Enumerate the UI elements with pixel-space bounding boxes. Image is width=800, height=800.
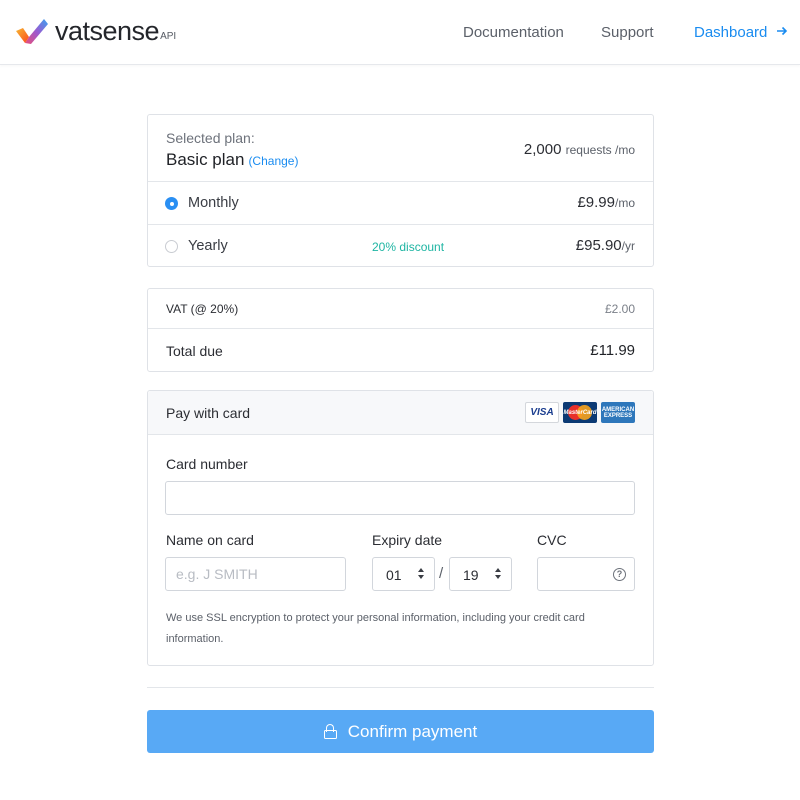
selected-plan-label: Selected plan:	[166, 130, 255, 146]
expiry-date-label: Expiry date	[372, 532, 443, 548]
payment-title: Pay with card	[166, 405, 251, 421]
monthly-price: £9.99/mo	[577, 194, 635, 211]
vat-row: VAT (@ 20%) £2.00	[148, 289, 653, 329]
vatsense-logo[interactable]: vatsense API	[13, 16, 176, 46]
payment-header: Pay with card VISA MasterCard AMERICAN E…	[148, 391, 653, 435]
payment-card: Pay with card VISA MasterCard AMERICAN E…	[147, 390, 654, 666]
cvc-label: CVC	[537, 532, 567, 548]
expiry-month-value: 01	[386, 567, 402, 583]
visa-icon: VISA	[525, 402, 559, 423]
plan-name-text: Basic plan	[166, 150, 245, 169]
confirm-payment-label: Confirm payment	[347, 721, 478, 741]
confirm-payment-button[interactable]: Confirm payment	[147, 710, 654, 753]
monthly-radio[interactable]	[165, 197, 178, 210]
mastercard-icon: MasterCard	[563, 402, 597, 423]
mastercard-text: MasterCard	[563, 409, 597, 416]
requests-unit: requests /mo	[565, 143, 635, 157]
ssl-note: We use SSL encryption to protect your pe…	[166, 612, 585, 645]
select-arrows-icon	[495, 568, 502, 580]
name-on-card-label: Name on card	[166, 532, 254, 548]
requests-quota: 2,000 requests /mo	[524, 141, 635, 158]
expiry-year-select[interactable]: 19	[449, 557, 512, 591]
arrow-right-icon	[776, 24, 788, 41]
monthly-price-unit: /mo	[614, 196, 635, 210]
total-label: Total due	[166, 343, 223, 359]
expiry-separator: /	[439, 565, 444, 582]
name-on-card-input[interactable]	[165, 557, 346, 591]
vat-label: VAT (@ 20%)	[166, 302, 239, 316]
monthly-price-value: £9.99	[577, 194, 615, 211]
total-row: Total due £11.99	[148, 329, 653, 372]
expiry-year-value: 19	[463, 567, 479, 583]
requests-count: 2,000	[523, 141, 562, 158]
logo-text: vatsense	[55, 16, 160, 46]
expiry-month-select[interactable]: 01	[372, 557, 435, 591]
yearly-radio[interactable]	[165, 240, 178, 253]
billing-option-yearly[interactable]: Yearly 20% discount £95.90/yr	[148, 225, 653, 268]
nav-documentation[interactable]: Documentation	[463, 24, 564, 41]
top-header: vatsense API Documentation Support Dashb…	[0, 0, 800, 65]
nav-dashboard[interactable]: Dashboard	[694, 24, 788, 41]
change-plan-link[interactable]: (Change)	[248, 154, 298, 168]
yearly-price: £95.90/yr	[576, 237, 635, 254]
plan-card: Selected plan: Basic plan (Change) 2,000 …	[147, 114, 654, 267]
total-value: £11.99	[590, 342, 635, 359]
divider	[147, 687, 654, 688]
select-arrows-icon	[418, 568, 425, 580]
monthly-label: Monthly	[188, 195, 239, 211]
nav-support[interactable]: Support	[601, 24, 654, 41]
card-number-label: Card number	[166, 456, 248, 472]
logo-api-suffix: API	[160, 31, 177, 42]
amex-icon: AMERICAN EXPRESS	[601, 402, 635, 423]
yearly-label: Yearly	[188, 238, 228, 254]
yearly-price-unit: /yr	[621, 239, 635, 253]
lock-icon	[323, 724, 337, 739]
discount-badge: 20% discount	[372, 240, 445, 254]
summary-card: VAT (@ 20%) £2.00 Total due £11.99	[147, 288, 654, 372]
plan-name: Basic plan (Change)	[166, 150, 298, 170]
billing-option-monthly[interactable]: Monthly £9.99/mo	[148, 182, 653, 225]
plan-header: Selected plan: Basic plan (Change) 2,000 …	[148, 115, 653, 182]
card-number-input[interactable]	[165, 481, 635, 515]
yearly-price-value: £95.90	[575, 237, 622, 254]
vat-value: £2.00	[604, 302, 635, 316]
card-brands: VISA MasterCard AMERICAN EXPRESS	[525, 402, 635, 423]
checkmark-logo-icon	[13, 16, 49, 46]
nav-dashboard-label: Dashboard	[694, 24, 768, 41]
help-question-icon[interactable]: ?	[613, 568, 626, 581]
